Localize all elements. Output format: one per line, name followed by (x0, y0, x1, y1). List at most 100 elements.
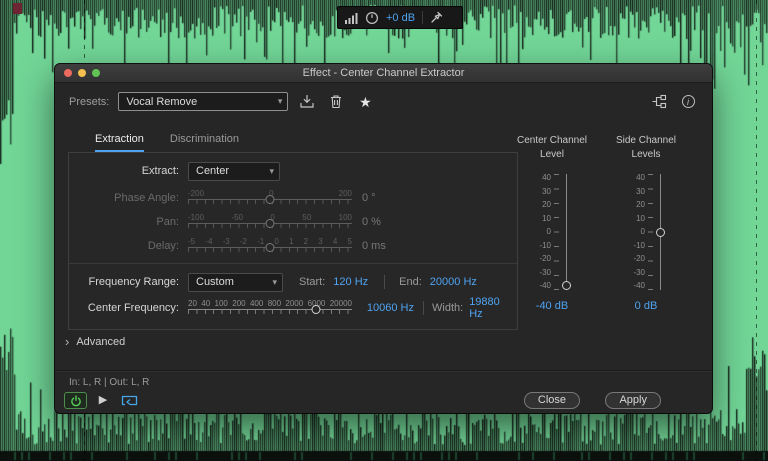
end-label: End: (399, 276, 422, 288)
pan-value[interactable]: 0 % (362, 216, 381, 228)
delete-preset-button[interactable] (326, 92, 346, 112)
panel-divider (69, 263, 517, 264)
tick-label: -20 (539, 254, 551, 263)
db-readout: +0 dB (386, 11, 416, 24)
routing-icon (652, 94, 667, 109)
macos-zoom-button[interactable] (92, 69, 100, 77)
chevron-down-icon: ▾ (272, 276, 277, 287)
delay-slider[interactable]: -5 -4 -3 -2 -1 0 1 2 3 4 5 (188, 237, 352, 256)
pan-label: Pan: (156, 216, 179, 228)
save-preset-button[interactable] (297, 92, 317, 112)
tick-label: 200 (232, 298, 246, 308)
play-icon: ▶ (98, 394, 108, 406)
macos-close-button[interactable] (64, 69, 72, 77)
float-level-toolbar: +0 dB (337, 6, 463, 29)
routing-button[interactable] (649, 92, 669, 112)
tick-label: -30 (633, 267, 645, 277)
frequency-range-value: Custom (196, 276, 234, 288)
tick-label: 400 (249, 298, 264, 308)
presets-dropdown[interactable]: Vocal Remove ▾ (118, 92, 289, 111)
tick-label: 40 (201, 298, 211, 308)
presets-row: Presets: Vocal Remove ▾ ★ i (55, 83, 712, 120)
tick-label: -10 (633, 240, 645, 250)
loop-icon (121, 395, 137, 406)
pin-button[interactable] (430, 11, 443, 24)
center-channel-meter: Center Channel Level 40 30 20 10 0 -10 -20 -30 -… (507, 134, 597, 312)
presets-value: Vocal Remove (126, 95, 198, 108)
play-button[interactable]: ▶ (95, 392, 111, 409)
tick-label: -40 (633, 281, 645, 290)
advanced-section-toggle[interactable]: › Advanced (65, 335, 125, 348)
tick-label: -40 (539, 281, 551, 290)
level-meter-icon (345, 12, 358, 24)
phase-angle-row: Phase Angle: -200 0 200 0 ° (69, 187, 513, 209)
center-frequency-scale: 20 40 100 200 400 800 2000 6000 20000 (188, 299, 352, 309)
power-button[interactable] (64, 392, 87, 409)
delay-value[interactable]: 0 ms (362, 240, 386, 252)
side-meter-scale: 40 30 20 10 0 -10 -20 -30 -40 (625, 174, 645, 290)
favorite-button[interactable]: ★ (355, 92, 375, 112)
tick-label: 100 (338, 212, 352, 222)
extraction-panel: Extract: Center ▾ Phase Angle: -200 0 200 … (68, 152, 518, 330)
center-frequency-slider[interactable]: 20 40 100 200 400 800 2000 6000 20000 (188, 299, 352, 318)
tick-label: 10 (636, 213, 645, 223)
io-channels-text: In: L, R | Out: L, R (69, 377, 150, 388)
center-frequency-value[interactable]: 10060 Hz (358, 302, 414, 314)
center-meter-handle[interactable] (562, 281, 571, 290)
tick-label: 3 (318, 236, 323, 246)
center-meter-track[interactable] (561, 174, 573, 290)
phase-angle-slider[interactable]: -200 0 200 (188, 189, 352, 208)
side-meter-handle[interactable] (656, 227, 665, 237)
tab-discrimination[interactable]: Discrimination (170, 133, 239, 152)
macos-minimize-button[interactable] (78, 69, 86, 77)
side-meter-ticks (648, 174, 653, 290)
end-value[interactable]: 20000 Hz (430, 276, 477, 288)
tick-label: -5 (188, 236, 196, 246)
info-button[interactable]: i (678, 92, 698, 112)
gauge-icon (365, 11, 379, 25)
extract-dropdown[interactable]: Center ▾ (188, 161, 280, 181)
close-button[interactable]: Close (523, 392, 580, 409)
tick-label: -4 (205, 236, 213, 246)
extract-label: Extract: (141, 165, 179, 177)
tick-label: 4 (332, 236, 338, 246)
phase-angle-slider-handle[interactable] (265, 194, 275, 204)
pan-slider-handle[interactable] (265, 218, 275, 228)
tick-label: 40 (636, 173, 645, 182)
tab-extraction[interactable]: Extraction (95, 133, 144, 152)
frequency-range-label: Frequency Range: (88, 276, 180, 288)
side-channel-value[interactable]: 0 dB (601, 300, 691, 312)
pan-row: Pan: -100 -50 0 50 100 0 % (69, 211, 513, 233)
power-icon (70, 394, 81, 406)
apply-button[interactable]: Apply (605, 392, 661, 409)
selection-dash-line-right (756, 0, 757, 461)
tick-label: 0 (546, 227, 551, 236)
phase-angle-value[interactable]: 0 ° (362, 192, 376, 204)
tick-label: 5 (347, 236, 352, 246)
presets-label: Presets: (69, 95, 110, 108)
phase-angle-label: Phase Angle: (114, 192, 179, 204)
start-label: Start: (299, 276, 326, 288)
tick-label: -30 (539, 267, 551, 277)
footer-divider (55, 370, 712, 372)
value-divider (423, 301, 424, 315)
pan-slider[interactable]: -100 -50 0 50 100 (188, 213, 352, 232)
center-channel-value[interactable]: -40 dB (507, 300, 597, 312)
tick-label: 10 (542, 213, 551, 223)
tick-label: 20000 (329, 298, 352, 308)
dialog-titlebar[interactable]: Effect - Center Channel Extractor (55, 64, 712, 83)
effect-dialog: Effect - Center Channel Extractor Preset… (55, 64, 712, 413)
save-icon (300, 94, 314, 108)
delay-slider-handle[interactable] (265, 242, 275, 252)
start-value[interactable]: 120 Hz (333, 276, 368, 288)
tick-label: 2 (303, 236, 309, 246)
center-frequency-row: Center Frequency: 20 40 100 200 400 800 2000 60… (69, 295, 513, 321)
advanced-label: Advanced (76, 335, 126, 348)
side-meter-track[interactable] (655, 174, 667, 290)
side-channel-meter-title: Side Channel Levels (615, 135, 677, 160)
frequency-range-dropdown[interactable]: Custom ▾ (188, 272, 283, 292)
center-channel-meter-title: Center Channel Level (516, 135, 588, 160)
loop-playback-button[interactable] (119, 392, 139, 409)
center-meter-ticks (554, 174, 559, 290)
center-frequency-slider-handle[interactable] (311, 304, 321, 314)
